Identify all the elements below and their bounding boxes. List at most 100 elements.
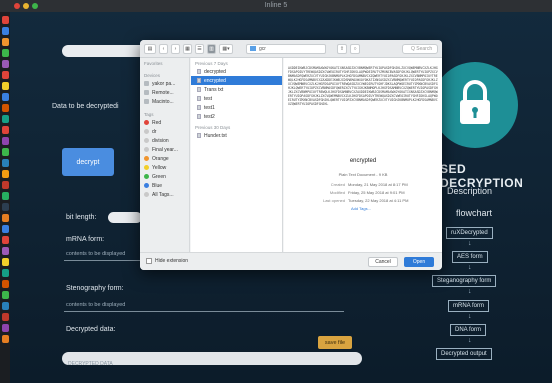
dialog-sidebar: Favorites Devices yakor pa... Remote... … xyxy=(140,58,190,252)
data-label: Data to be decryptedi xyxy=(52,103,119,110)
bit-length-input[interactable] xyxy=(108,212,142,223)
dock-app-icon[interactable] xyxy=(1,49,9,57)
file-icon xyxy=(197,133,201,138)
back-icon[interactable]: ‹ xyxy=(159,43,168,54)
file-list-item[interactable]: Trans txt xyxy=(191,85,282,94)
bit-length-label: bit length: xyxy=(66,214,97,221)
window-title: Inline 5 xyxy=(264,2,288,9)
group-icon[interactable]: ▦▾ xyxy=(219,43,233,54)
dock-app-icon[interactable] xyxy=(1,159,9,167)
file-name: test xyxy=(204,95,213,102)
sidebar-item-tag[interactable]: Green xyxy=(140,172,189,181)
sidebar-item-tag[interactable]: division xyxy=(140,136,189,145)
folder-icon xyxy=(250,46,256,51)
forward-icon[interactable]: › xyxy=(171,43,180,54)
file-list-item[interactable]: test xyxy=(191,94,282,103)
dock-app-icon[interactable] xyxy=(1,313,9,321)
dock-app-icon[interactable] xyxy=(1,302,9,310)
preview-meta-key: Modified xyxy=(329,190,345,195)
tag-icon[interactable]: ○ xyxy=(350,43,360,54)
flow-step: DNA form xyxy=(450,324,487,336)
sidebar-item-tag[interactable]: Blue xyxy=(140,181,189,190)
dock-app-icon[interactable] xyxy=(1,291,9,299)
list-view-icon[interactable]: ☰ xyxy=(195,43,204,54)
preview-content: AXDDEIKWBJCDSMAMAXWXOYOKATIXNSASDZXCVBNM… xyxy=(288,66,438,106)
dock-app-icon[interactable] xyxy=(1,192,9,200)
preview-meta-key: Created xyxy=(330,182,345,187)
sidebar-item-tag[interactable]: dr xyxy=(140,127,189,136)
dock-app-icon[interactable] xyxy=(1,335,9,343)
dock-app-icon[interactable] xyxy=(1,236,9,244)
file-list-item[interactable]: Hunder.txt xyxy=(191,131,282,140)
file-list-item[interactable]: test2 xyxy=(191,112,282,121)
sidebar-item-label: yakor pa... xyxy=(152,80,176,87)
decrypted-data-output[interactable]: DECRYPTED DATA xyxy=(62,352,362,367)
file-name: decrypted xyxy=(204,68,226,75)
preview-meta-created: Created Monday, 21 May 2018 at 8:17 PM xyxy=(292,182,434,187)
file-list-item[interactable]: test1 xyxy=(191,103,282,112)
dock-app-icon[interactable] xyxy=(1,203,9,211)
column-view-icon[interactable]: ▥ xyxy=(207,43,216,54)
dock-app-icon[interactable] xyxy=(1,258,9,266)
search-input[interactable]: Q Search xyxy=(402,44,438,54)
dock-app-icon[interactable] xyxy=(1,126,9,134)
dock-app-icon[interactable] xyxy=(1,269,9,277)
cancel-button[interactable]: Cancel xyxy=(368,257,398,267)
sidebar-item-tag[interactable]: Red xyxy=(140,118,189,127)
dock-app-icon[interactable] xyxy=(1,71,9,79)
file-list-item-selected[interactable]: encrypted xyxy=(191,76,282,85)
folder-dropdown[interactable]: gcr xyxy=(246,43,326,54)
steganography-label: Stenography form: xyxy=(66,285,124,292)
dock-app-icon[interactable] xyxy=(1,82,9,90)
dock-app-icon[interactable] xyxy=(1,38,9,46)
flow-step: AES form xyxy=(452,251,488,263)
sidebar-item-tag[interactable]: All Tags... xyxy=(140,190,189,199)
dock-app-icon[interactable] xyxy=(1,16,9,24)
file-list-item[interactable]: decrypted xyxy=(191,67,282,76)
hide-extension-checkbox[interactable]: Hide extension xyxy=(146,258,188,264)
dialog-toolbar: ▤ ‹ › ▦ ☰ ▥ ▦▾ gcr ⇧ ○ Q Search xyxy=(140,40,442,58)
tag-dot-icon xyxy=(144,156,149,161)
sidebar-toggle-icon[interactable]: ▤ xyxy=(144,43,156,54)
sidebar-item-label: Macinto... xyxy=(152,98,174,105)
dock-app-icon[interactable] xyxy=(1,247,9,255)
down-arrow-icon: ↓ xyxy=(468,337,472,344)
dock-app-icon[interactable] xyxy=(1,93,9,101)
dock-app-icon[interactable] xyxy=(1,27,9,35)
dock-app-icon[interactable] xyxy=(1,225,9,233)
down-arrow-icon: ↓ xyxy=(468,240,472,247)
dock-app-icon[interactable] xyxy=(1,170,9,178)
dock-app-icon[interactable] xyxy=(1,324,9,332)
dock-app-icon[interactable] xyxy=(1,137,9,145)
flow-step: ruXDecrypted xyxy=(446,227,493,239)
sidebar-item-label: Blue xyxy=(152,182,163,189)
file-preview: AXDDEIKWBJCDSMAMAXWXOYOKATIXNSASDZXCVBNM… xyxy=(284,58,442,252)
add-tags-link[interactable]: Add Tags... xyxy=(351,206,371,211)
sidebar-item-device[interactable]: yakor pa... xyxy=(140,79,189,88)
dock-app-icon[interactable] xyxy=(1,115,9,123)
file-icon xyxy=(197,114,201,119)
open-file-dialog: ▤ ‹ › ▦ ☰ ▥ ▦▾ gcr ⇧ ○ Q Search Favorite… xyxy=(140,40,442,270)
sidebar-item-tag[interactable]: Final year... xyxy=(140,145,189,154)
open-button[interactable]: Open xyxy=(404,257,434,267)
dock-app-icon[interactable] xyxy=(1,148,9,156)
sidebar-item-device[interactable]: Macinto... xyxy=(140,97,189,106)
save-file-button[interactable]: save file xyxy=(318,336,352,349)
sidebar-item-tag[interactable]: Orange xyxy=(140,154,189,163)
dock-app-icon[interactable] xyxy=(1,214,9,222)
dock-app-icon[interactable] xyxy=(1,280,9,288)
sidebar-item-tag[interactable]: Yellow xyxy=(140,163,189,172)
sidebar-section-favorites: Favorites xyxy=(144,61,163,66)
tag-dot-icon xyxy=(144,129,149,134)
icon-view-icon[interactable]: ▦ xyxy=(183,43,192,54)
sidebar-item-device[interactable]: Remote... xyxy=(140,88,189,97)
file-name: Hunder.txt xyxy=(204,132,227,139)
dock-app-icon[interactable] xyxy=(1,104,9,112)
dock-app-icon[interactable] xyxy=(1,181,9,189)
dock-app-icon[interactable] xyxy=(1,60,9,68)
decrypt-button[interactable]: decrypt xyxy=(62,148,114,176)
share-icon[interactable]: ⇧ xyxy=(337,43,347,54)
preview-meta-kind: Plain Text Document - 9 KB xyxy=(292,172,434,177)
preview-filename: encrypted xyxy=(349,158,377,164)
preview-meta-value: Friday, 25 May 2018 at 9:01 PM xyxy=(348,190,405,195)
